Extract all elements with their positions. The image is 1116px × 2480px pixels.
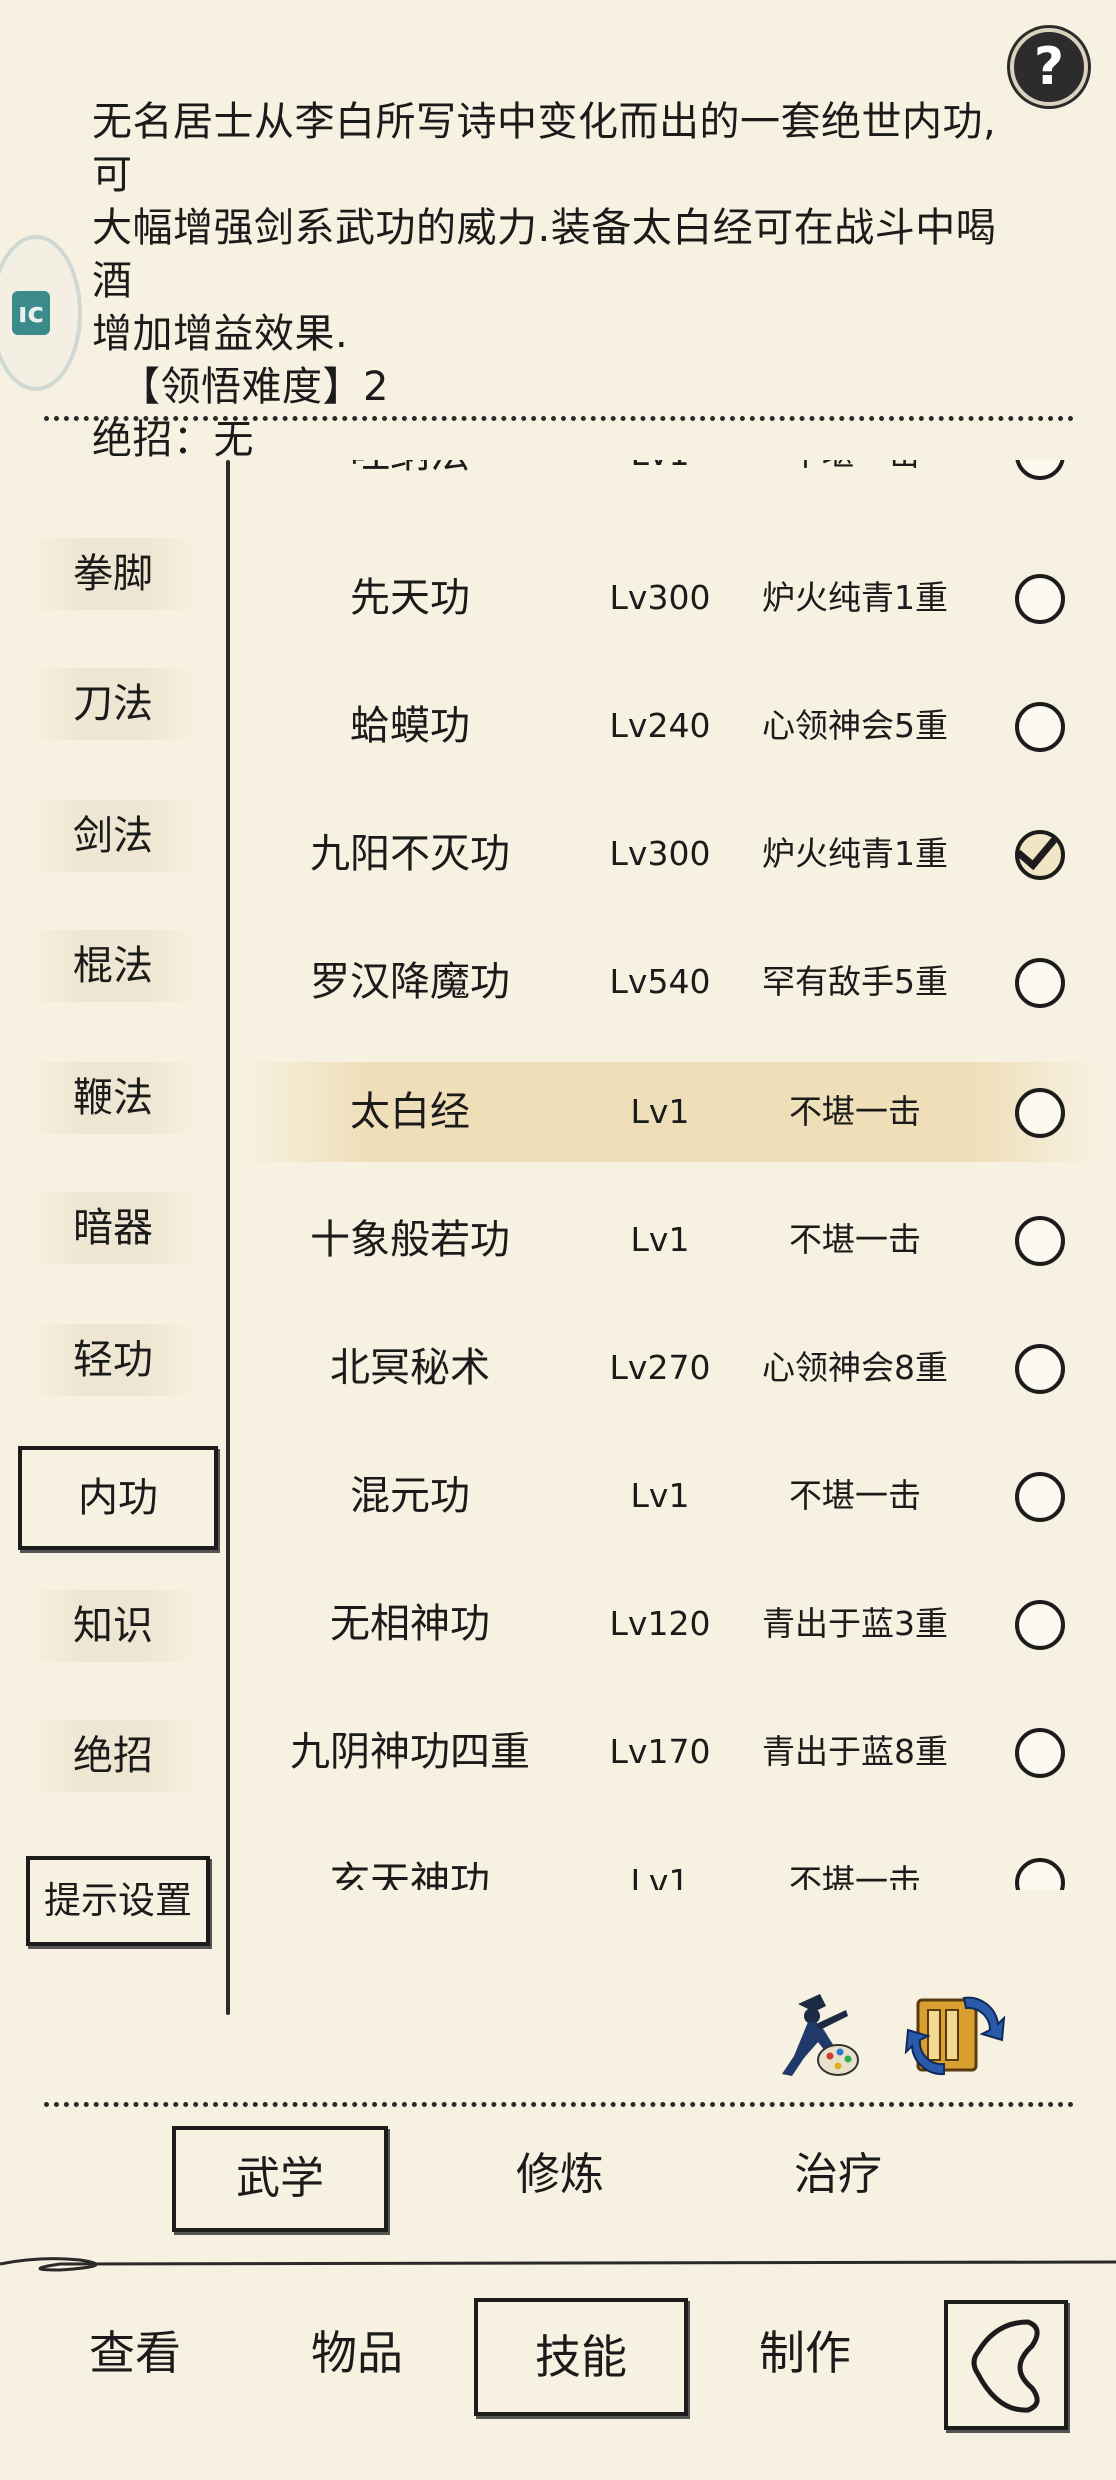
- skill-row-selected[interactable]: 太白经 Lv1 不堪一击: [240, 1062, 1100, 1162]
- nav-view[interactable]: 查看: [60, 2298, 210, 2408]
- skill-rank: 心领神会8重: [762, 1348, 948, 1387]
- tab-heal[interactable]: 治疗: [738, 2126, 938, 2224]
- skill-rank: 炉火纯青1重: [762, 578, 948, 617]
- equip-radio[interactable]: [1015, 1088, 1065, 1138]
- skill-list[interactable]: 吐纳法 Lv1 不堪一击 先天功 Lv300 炉火纯青1重 蛤蟆功 Lv240 …: [240, 460, 1100, 1890]
- nav-items[interactable]: 物品: [282, 2298, 432, 2408]
- nav-craft[interactable]: 制作: [730, 2298, 880, 2408]
- tab-train[interactable]: 修炼: [460, 2126, 660, 2224]
- brush-divider: [0, 2257, 1116, 2272]
- skill-row[interactable]: 九阴神功四重 Lv170 青出于蓝8重: [240, 1702, 1100, 1802]
- equip-radio[interactable]: [1015, 958, 1065, 1008]
- category-blade[interactable]: 刀法: [28, 668, 198, 740]
- side-tab-icon: ıc: [12, 291, 50, 335]
- back-button[interactable]: [944, 2300, 1068, 2430]
- nav-skills[interactable]: 技能: [474, 2298, 688, 2416]
- category-hidden-weapon[interactable]: 暗器: [28, 1192, 198, 1264]
- skill-name: 十象般若功: [310, 1217, 510, 1263]
- skill-name: 混元功: [350, 1473, 470, 1519]
- skill-rank: 不堪一击: [789, 1092, 921, 1131]
- skill-name: 吐纳法: [240, 460, 580, 504]
- skill-rank: 炉火纯青1重: [762, 834, 948, 873]
- category-sword[interactable]: 剑法: [28, 800, 198, 872]
- skill-row[interactable]: 吐纳法 Lv1 不堪一击: [240, 460, 1100, 504]
- skill-row[interactable]: 罗汉降魔功 Lv540 罕有敌手5重: [240, 932, 1100, 1032]
- skill-row[interactable]: 无相神功 Lv120 青出于蓝3重: [240, 1574, 1100, 1674]
- category-knowledge[interactable]: 知识: [28, 1590, 198, 1662]
- back-arrow-icon: [971, 2319, 1040, 2413]
- skill-row[interactable]: 玄天神功 Lv1 不堪一击: [240, 1832, 1100, 1890]
- equip-radio[interactable]: [1015, 1600, 1065, 1650]
- skill-description: 无名居士从李白所写诗中变化而出的一套绝世内功,可 大幅增强剑系武功的威力.装备太…: [92, 96, 1022, 467]
- skill-row[interactable]: 十象般若功 Lv1 不堪一击: [240, 1190, 1100, 1290]
- skill-rank: 不堪一击: [789, 1476, 921, 1515]
- skill-name: 罗汉降魔功: [310, 959, 510, 1005]
- difficulty-text: 【领悟难度】2: [120, 364, 389, 410]
- skill-name: 先天功: [350, 575, 470, 621]
- equip-radio[interactable]: [1015, 1858, 1065, 1890]
- skill-name: 九阴神功四重: [290, 1729, 530, 1775]
- skill-name: 无相神功: [330, 1601, 490, 1647]
- skill-level: Lv170: [609, 1732, 711, 1771]
- checkmark-icon: [1015, 826, 1058, 871]
- skill-level: Lv1: [630, 1862, 690, 1890]
- skill-level: Lv1: [570, 460, 750, 504]
- floating-side-tab[interactable]: ıc: [0, 235, 82, 391]
- help-button[interactable]: ?: [1010, 28, 1088, 106]
- hint-settings-button[interactable]: 提示设置: [26, 1856, 210, 1946]
- skill-rank: 心领神会5重: [762, 706, 948, 745]
- category-inner-power[interactable]: 内功: [18, 1446, 218, 1550]
- skill-level: Lv300: [609, 578, 711, 617]
- skill-rank: 罕有敌手5重: [762, 962, 948, 1001]
- skill-row[interactable]: 先天功 Lv300 炉火纯青1重: [240, 548, 1100, 648]
- category-lightness[interactable]: 轻功: [28, 1324, 198, 1396]
- skill-level: Lv1: [630, 1220, 690, 1259]
- skill-rank: 青出于蓝3重: [762, 1604, 948, 1643]
- skill-name: 北冥秘术: [330, 1345, 490, 1391]
- skill-name: 太白经: [350, 1089, 470, 1135]
- category-whip[interactable]: 鞭法: [28, 1062, 198, 1134]
- category-fist[interactable]: 拳脚: [28, 538, 198, 610]
- skill-name: 九阳不灭功: [310, 831, 510, 877]
- skill-rank: 不堪一击: [789, 1220, 921, 1259]
- skill-level: Lv300: [609, 834, 711, 873]
- tab-martial[interactable]: 武学: [172, 2126, 388, 2232]
- skill-rank: 不堪一击: [789, 1862, 921, 1890]
- skill-row[interactable]: 混元功 Lv1 不堪一击: [240, 1446, 1100, 1546]
- skill-level: Lv270: [609, 1348, 711, 1387]
- skill-name: 蛤蟆功: [350, 703, 470, 749]
- description-line: 大幅增强剑系武功的威力.装备太白经可在战斗中喝酒: [92, 205, 997, 304]
- skill-level: Lv1: [630, 1092, 690, 1131]
- equip-radio[interactable]: [1015, 460, 1065, 480]
- equip-radio[interactable]: [1015, 1728, 1065, 1778]
- skill-row[interactable]: 蛤蟆功 Lv240 心领神会5重: [240, 676, 1100, 776]
- skill-level: Lv240: [609, 706, 711, 745]
- skill-level: Lv1: [630, 1476, 690, 1515]
- equip-radio[interactable]: [1015, 1472, 1065, 1522]
- sidebar-divider: [226, 460, 230, 2015]
- skill-row[interactable]: 北冥秘术 Lv270 心领神会8重: [240, 1318, 1100, 1418]
- martial-artist-paint-icon[interactable]: [768, 1986, 864, 2082]
- category-ultimate[interactable]: 绝招: [28, 1720, 198, 1792]
- equip-radio[interactable]: [1015, 1216, 1065, 1266]
- equip-radio[interactable]: [1015, 574, 1065, 624]
- skill-level: Lv120: [609, 1604, 711, 1643]
- skill-rank: 青出于蓝8重: [762, 1732, 948, 1771]
- equip-radio-checked[interactable]: [1015, 826, 1065, 880]
- equip-radio[interactable]: [1015, 702, 1065, 752]
- category-staff[interactable]: 棍法: [28, 930, 198, 1002]
- description-line: 增加增益效果.: [92, 311, 349, 357]
- skill-level: Lv540: [609, 962, 711, 1001]
- skill-rank: 不堪一击: [735, 460, 975, 504]
- equip-radio[interactable]: [1015, 1344, 1065, 1394]
- skill-row[interactable]: 九阳不灭功 Lv300 炉火纯青1重: [240, 804, 1100, 904]
- description-line: 无名居士从李白所写诗中变化而出的一套绝世内功,可: [92, 99, 997, 198]
- skill-name: 玄天神功: [330, 1859, 490, 1890]
- dotted-divider-top: [44, 416, 1074, 421]
- swap-scroll-icon[interactable]: [904, 1984, 1006, 2080]
- dotted-divider-bottom: [44, 2102, 1074, 2107]
